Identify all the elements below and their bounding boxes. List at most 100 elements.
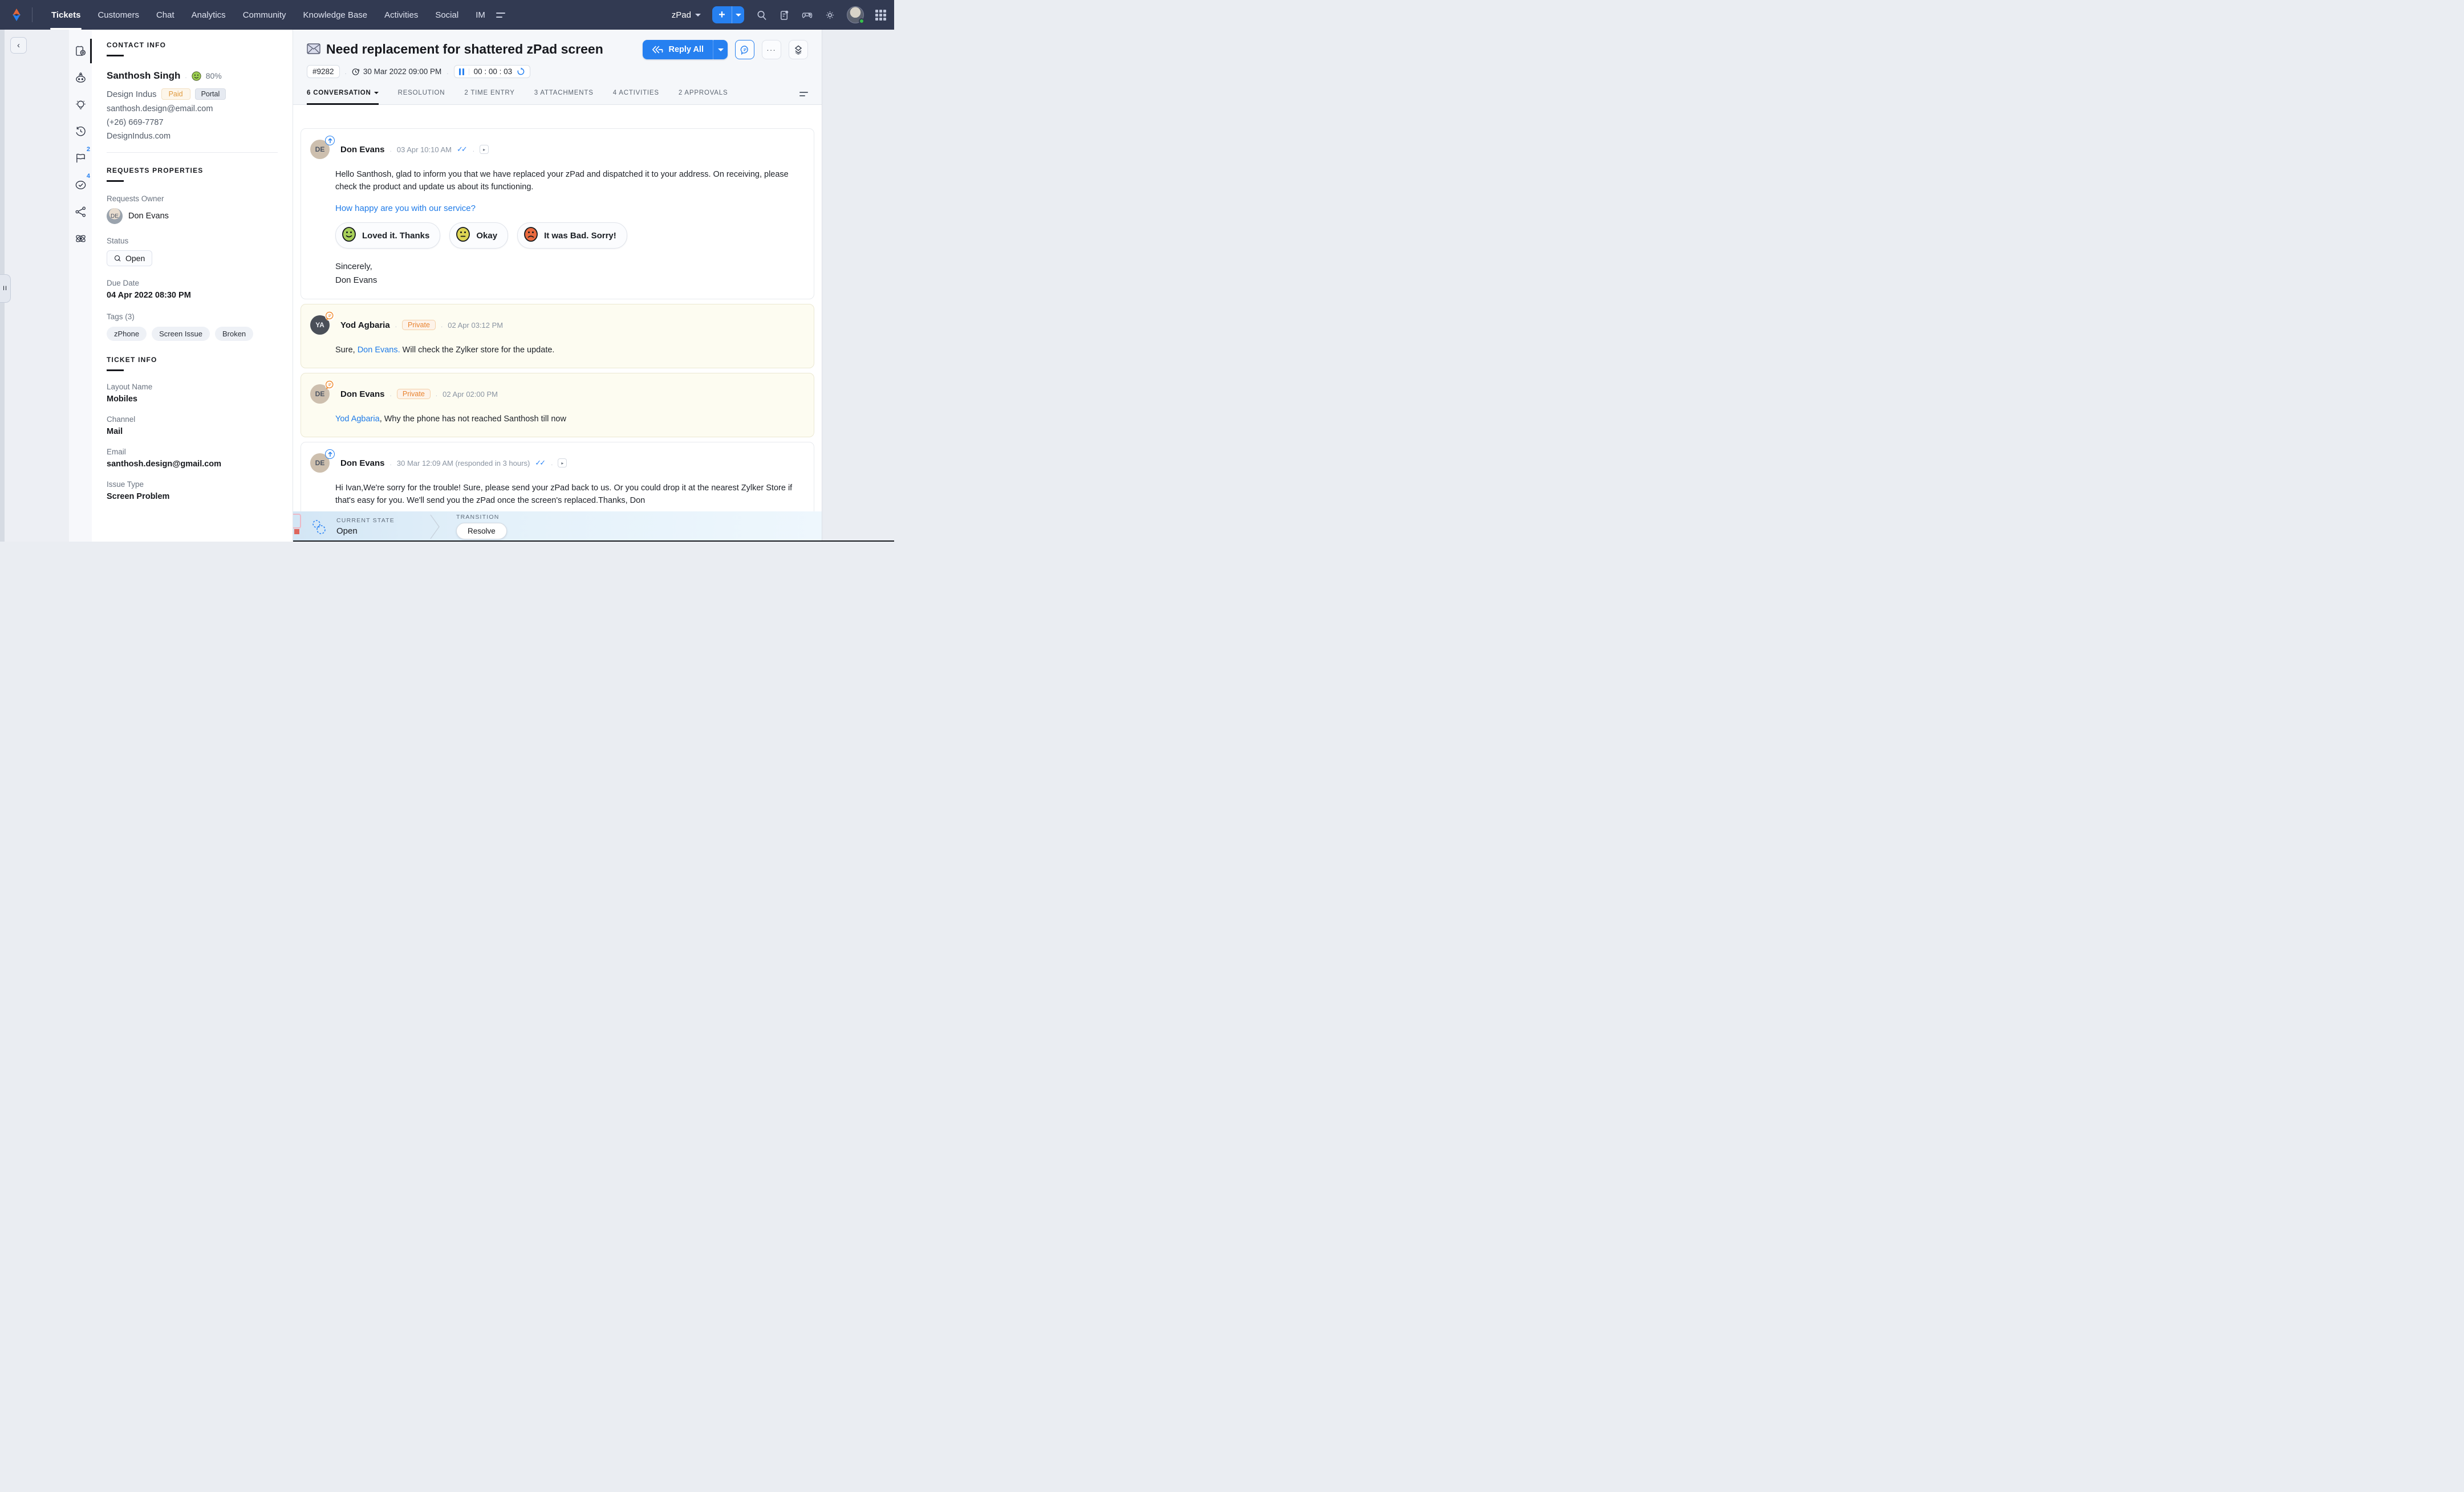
- comment-button[interactable]: [735, 40, 754, 59]
- desk-logo-icon[interactable]: [8, 6, 25, 23]
- flag-icon[interactable]: 2: [69, 145, 92, 172]
- status-chip[interactable]: Open: [107, 250, 152, 266]
- nav-more-icon[interactable]: [496, 13, 505, 18]
- message-author[interactable]: Yod Agbaria: [340, 320, 390, 330]
- tag-chip[interactable]: zPhone: [107, 327, 147, 341]
- expand-message-icon[interactable]: ▸: [558, 458, 567, 467]
- zoho-desk-app: TicketsCustomersChatAnalyticsCommunityKn…: [0, 0, 894, 542]
- tab-resolution[interactable]: RESOLUTION: [398, 90, 445, 104]
- paid-badge: Paid: [161, 88, 190, 100]
- department-selector[interactable]: zPad: [672, 10, 701, 20]
- message-author[interactable]: Don Evans: [340, 458, 385, 468]
- survey-question-link[interactable]: How happy are you with our service?: [335, 204, 801, 213]
- tab-2-time-entry[interactable]: 2 TIME ENTRY: [464, 90, 514, 104]
- message-card: DEDon Evans.Private.02 Apr 02:00 PMYod A…: [301, 373, 814, 437]
- nav-item-social[interactable]: Social: [427, 0, 467, 30]
- ticket-side-panel: CONTACT INFO Santhosh Singh . 80% Design…: [92, 30, 293, 542]
- history-icon[interactable]: [69, 118, 92, 145]
- ticket-properties-icon[interactable]: [69, 38, 92, 64]
- pause-icon[interactable]: [459, 68, 469, 75]
- settings-icon[interactable]: [824, 9, 835, 21]
- tabs-more-icon[interactable]: [799, 92, 808, 104]
- more-actions-button[interactable]: ...: [762, 40, 781, 59]
- add-button[interactable]: +: [712, 6, 732, 23]
- owner-avatar: DE: [107, 208, 123, 224]
- search-icon[interactable]: [756, 9, 767, 21]
- nav-item-im[interactable]: IM: [467, 0, 494, 30]
- transition-chevron: [429, 514, 441, 540]
- private-badge: Private: [397, 389, 431, 399]
- contact-phone[interactable]: (+26) 669-7787: [107, 118, 278, 127]
- nav-item-community[interactable]: Community: [234, 0, 295, 30]
- nav-item-tickets[interactable]: Tickets: [43, 0, 89, 30]
- games-icon[interactable]: [801, 9, 813, 21]
- contact-email[interactable]: santhosh.design@email.com: [107, 104, 278, 113]
- left-gutter: ‹: [5, 30, 69, 542]
- tab-3-attachments[interactable]: 3 ATTACHMENTS: [534, 90, 594, 104]
- nav-item-analytics[interactable]: Analytics: [183, 0, 234, 30]
- ticket-id-badge: #9282: [307, 65, 340, 78]
- mention-link[interactable]: Don Evans.: [358, 345, 400, 355]
- message-author[interactable]: Don Evans: [340, 389, 385, 399]
- department-label: zPad: [672, 10, 691, 20]
- collapse-threads-button[interactable]: [789, 40, 808, 59]
- integrations-icon[interactable]: [69, 225, 92, 252]
- contact-name[interactable]: Santhosh Singh: [107, 70, 180, 82]
- mention-link[interactable]: Yod Agbaria: [335, 414, 380, 424]
- delivered-ticks-icon: ✓✓: [457, 145, 466, 154]
- window-bottom-edge: [293, 540, 894, 542]
- portal-badge: Portal: [195, 88, 226, 100]
- field-label: Layout Name: [107, 383, 278, 391]
- reply-all-button[interactable]: Reply All: [643, 40, 713, 59]
- message-avatar: YA: [310, 315, 330, 335]
- comment-bubble-icon: [740, 45, 750, 55]
- survey-happy-button[interactable]: Loved it. Thanks: [335, 222, 440, 249]
- approvals-icon[interactable]: 4: [69, 172, 92, 198]
- requests-properties-header: REQUESTS PROPERTIES: [107, 166, 278, 182]
- contact-company[interactable]: Design Indus: [107, 90, 157, 99]
- feed-icon[interactable]: [778, 9, 790, 21]
- owner-name[interactable]: Don Evans: [128, 212, 169, 221]
- blueprint-icon[interactable]: [309, 517, 328, 536]
- reply-options-dropdown[interactable]: [713, 40, 728, 59]
- status-value: Open: [125, 254, 145, 263]
- nav-item-knowledge-base[interactable]: Knowledge Base: [295, 0, 376, 30]
- survey-sad-button[interactable]: It was Bad. Sorry!: [517, 222, 627, 249]
- user-avatar[interactable]: [847, 6, 864, 23]
- zia-bot-icon[interactable]: [69, 64, 92, 91]
- expand-message-icon[interactable]: ▸: [480, 145, 489, 154]
- tab-4-activities[interactable]: 4 ACTIVITIES: [613, 90, 659, 104]
- message-card: DEDon Evans.03 Apr 10:10 AM✓✓.▸Hello San…: [301, 128, 814, 299]
- outgoing-icon: [325, 136, 335, 145]
- top-navigation: TicketsCustomersChatAnalyticsCommunityKn…: [0, 0, 894, 30]
- contact-website[interactable]: DesignIndus.com: [107, 132, 278, 141]
- apps-grid-icon[interactable]: [875, 10, 886, 21]
- message-body: Yod Agbaria, Why the phone has not reach…: [335, 413, 801, 425]
- nav-item-chat[interactable]: Chat: [148, 0, 183, 30]
- reply-all-split-button[interactable]: Reply All: [643, 40, 728, 59]
- tab-2-approvals[interactable]: 2 APPROVALS: [679, 90, 728, 104]
- tab-6-conversation[interactable]: 6 CONVERSATION: [307, 90, 379, 104]
- ticket-title: Need replacement for shattered zPad scre…: [326, 40, 603, 58]
- nav-item-customers[interactable]: Customers: [89, 0, 148, 30]
- ticket-list-handle[interactable]: II: [0, 274, 11, 303]
- survey-neutral-button[interactable]: Okay: [449, 222, 508, 249]
- resolve-button[interactable]: Resolve: [456, 523, 507, 539]
- blueprint-preview-fragment: [293, 514, 301, 528]
- layers-icon: [794, 45, 803, 55]
- happiness-percent: 80%: [206, 71, 222, 80]
- tag-chip[interactable]: Broken: [215, 327, 253, 341]
- reset-timer-icon[interactable]: [517, 67, 525, 76]
- tag-chip[interactable]: Screen Issue: [152, 327, 210, 341]
- ideas-icon[interactable]: [69, 91, 92, 118]
- due-date-label: Due Date: [107, 279, 278, 287]
- add-ticket-split-button[interactable]: +: [712, 6, 744, 23]
- add-dropdown[interactable]: [732, 6, 744, 23]
- tags-list: zPhone Screen Issue Broken: [107, 327, 278, 341]
- share-icon[interactable]: [69, 198, 92, 225]
- owner-label: Requests Owner: [107, 194, 278, 203]
- message-author[interactable]: Don Evans: [340, 145, 385, 155]
- nav-item-activities[interactable]: Activities: [376, 0, 427, 30]
- back-button[interactable]: ‹: [10, 37, 27, 54]
- private-note-icon: [325, 380, 335, 390]
